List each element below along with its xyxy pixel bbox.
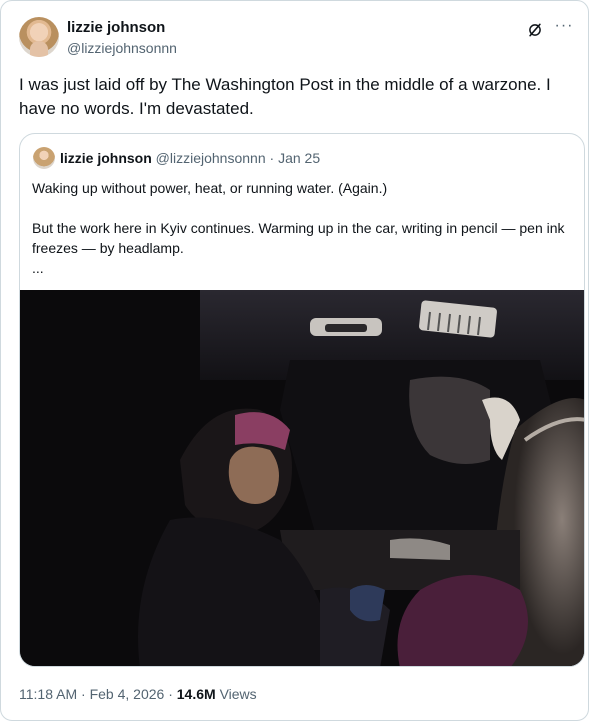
author-name[interactable]: lizzie johnson [67, 19, 165, 37]
footer-separator: · [81, 686, 86, 702]
quoted-header: lizzie johnson @lizziejohnsonnn · Jan 25 [60, 149, 320, 167]
tweet-header: lizzie johnson @lizziejohnsonnn ··· [19, 17, 574, 61]
views-label: Views [219, 686, 257, 702]
quoted-date: Jan 25 [278, 150, 321, 166]
author-avatar[interactable] [19, 17, 59, 57]
x-logo-icon[interactable] [526, 21, 544, 39]
footer-separator: · [168, 686, 173, 702]
post-date[interactable]: Feb 4, 2026 [90, 686, 165, 702]
quoted-author-avatar [33, 147, 55, 169]
views-count: 14.6M [176, 686, 216, 702]
post-text: I was just laid off by The Washington Po… [19, 75, 551, 118]
tweet-card: lizzie johnson @lizziejohnsonnn ··· I wa… [0, 0, 589, 721]
quoted-tweet[interactable]: lizzie johnson @lizziejohnsonnn · Jan 25… [19, 133, 585, 667]
quoted-text: Waking up without power, heat, or runnin… [32, 180, 565, 276]
post-time[interactable]: 11:18 AM [19, 686, 77, 702]
quoted-separator: · [269, 150, 275, 166]
quoted-photo[interactable] [20, 290, 584, 666]
more-options-icon[interactable]: ··· [554, 18, 574, 39]
author-handle[interactable]: @lizziejohnsonnn [67, 39, 177, 57]
photo-car-interior-illustration [20, 290, 584, 666]
quoted-author-name: lizzie johnson [60, 150, 152, 166]
tweet-footer: 11:18 AM · Feb 4, 2026 · 14.6M Views [19, 685, 257, 703]
quoted-author-handle: @lizziejohnsonnn [155, 150, 266, 166]
